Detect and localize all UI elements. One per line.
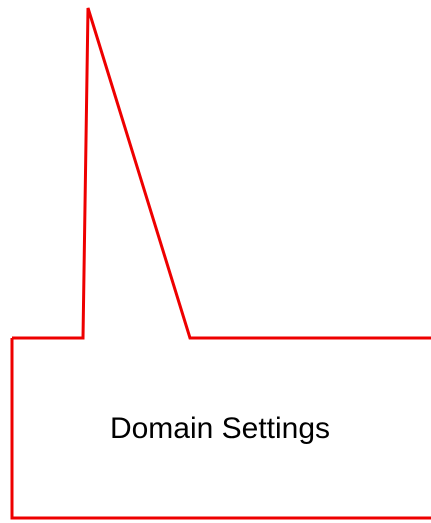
- callout-label: Domain Settings: [109, 412, 331, 445]
